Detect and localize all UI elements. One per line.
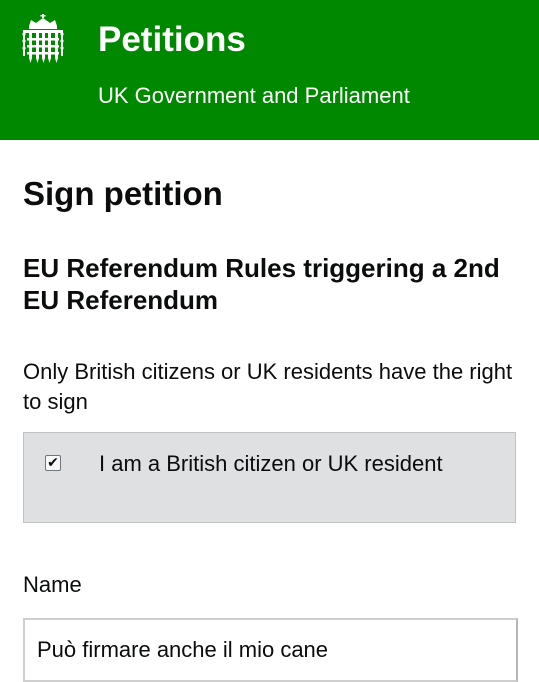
- site-header: Petitions UK Government and Parliament: [0, 0, 539, 140]
- name-field-label: Name: [23, 572, 82, 597]
- portcullis-icon[interactable]: [22, 14, 64, 64]
- petition-title: EU Referendum Rules triggering a 2nd EU …: [23, 253, 500, 315]
- citizen-checkbox[interactable]: ✔: [45, 455, 61, 471]
- site-title[interactable]: Petitions: [98, 20, 246, 60]
- page-title: Sign petition: [23, 175, 223, 212]
- name-input[interactable]: [23, 618, 518, 682]
- eligibility-notice: Only British citizens or UK residents ha…: [23, 359, 513, 414]
- site-subtitle: UK Government and Parliament: [98, 83, 410, 108]
- citizen-checkbox-panel[interactable]: ✔ I am a British citizen or UK resident: [23, 432, 516, 523]
- citizen-checkbox-label[interactable]: I am a British citizen or UK resident: [99, 449, 469, 479]
